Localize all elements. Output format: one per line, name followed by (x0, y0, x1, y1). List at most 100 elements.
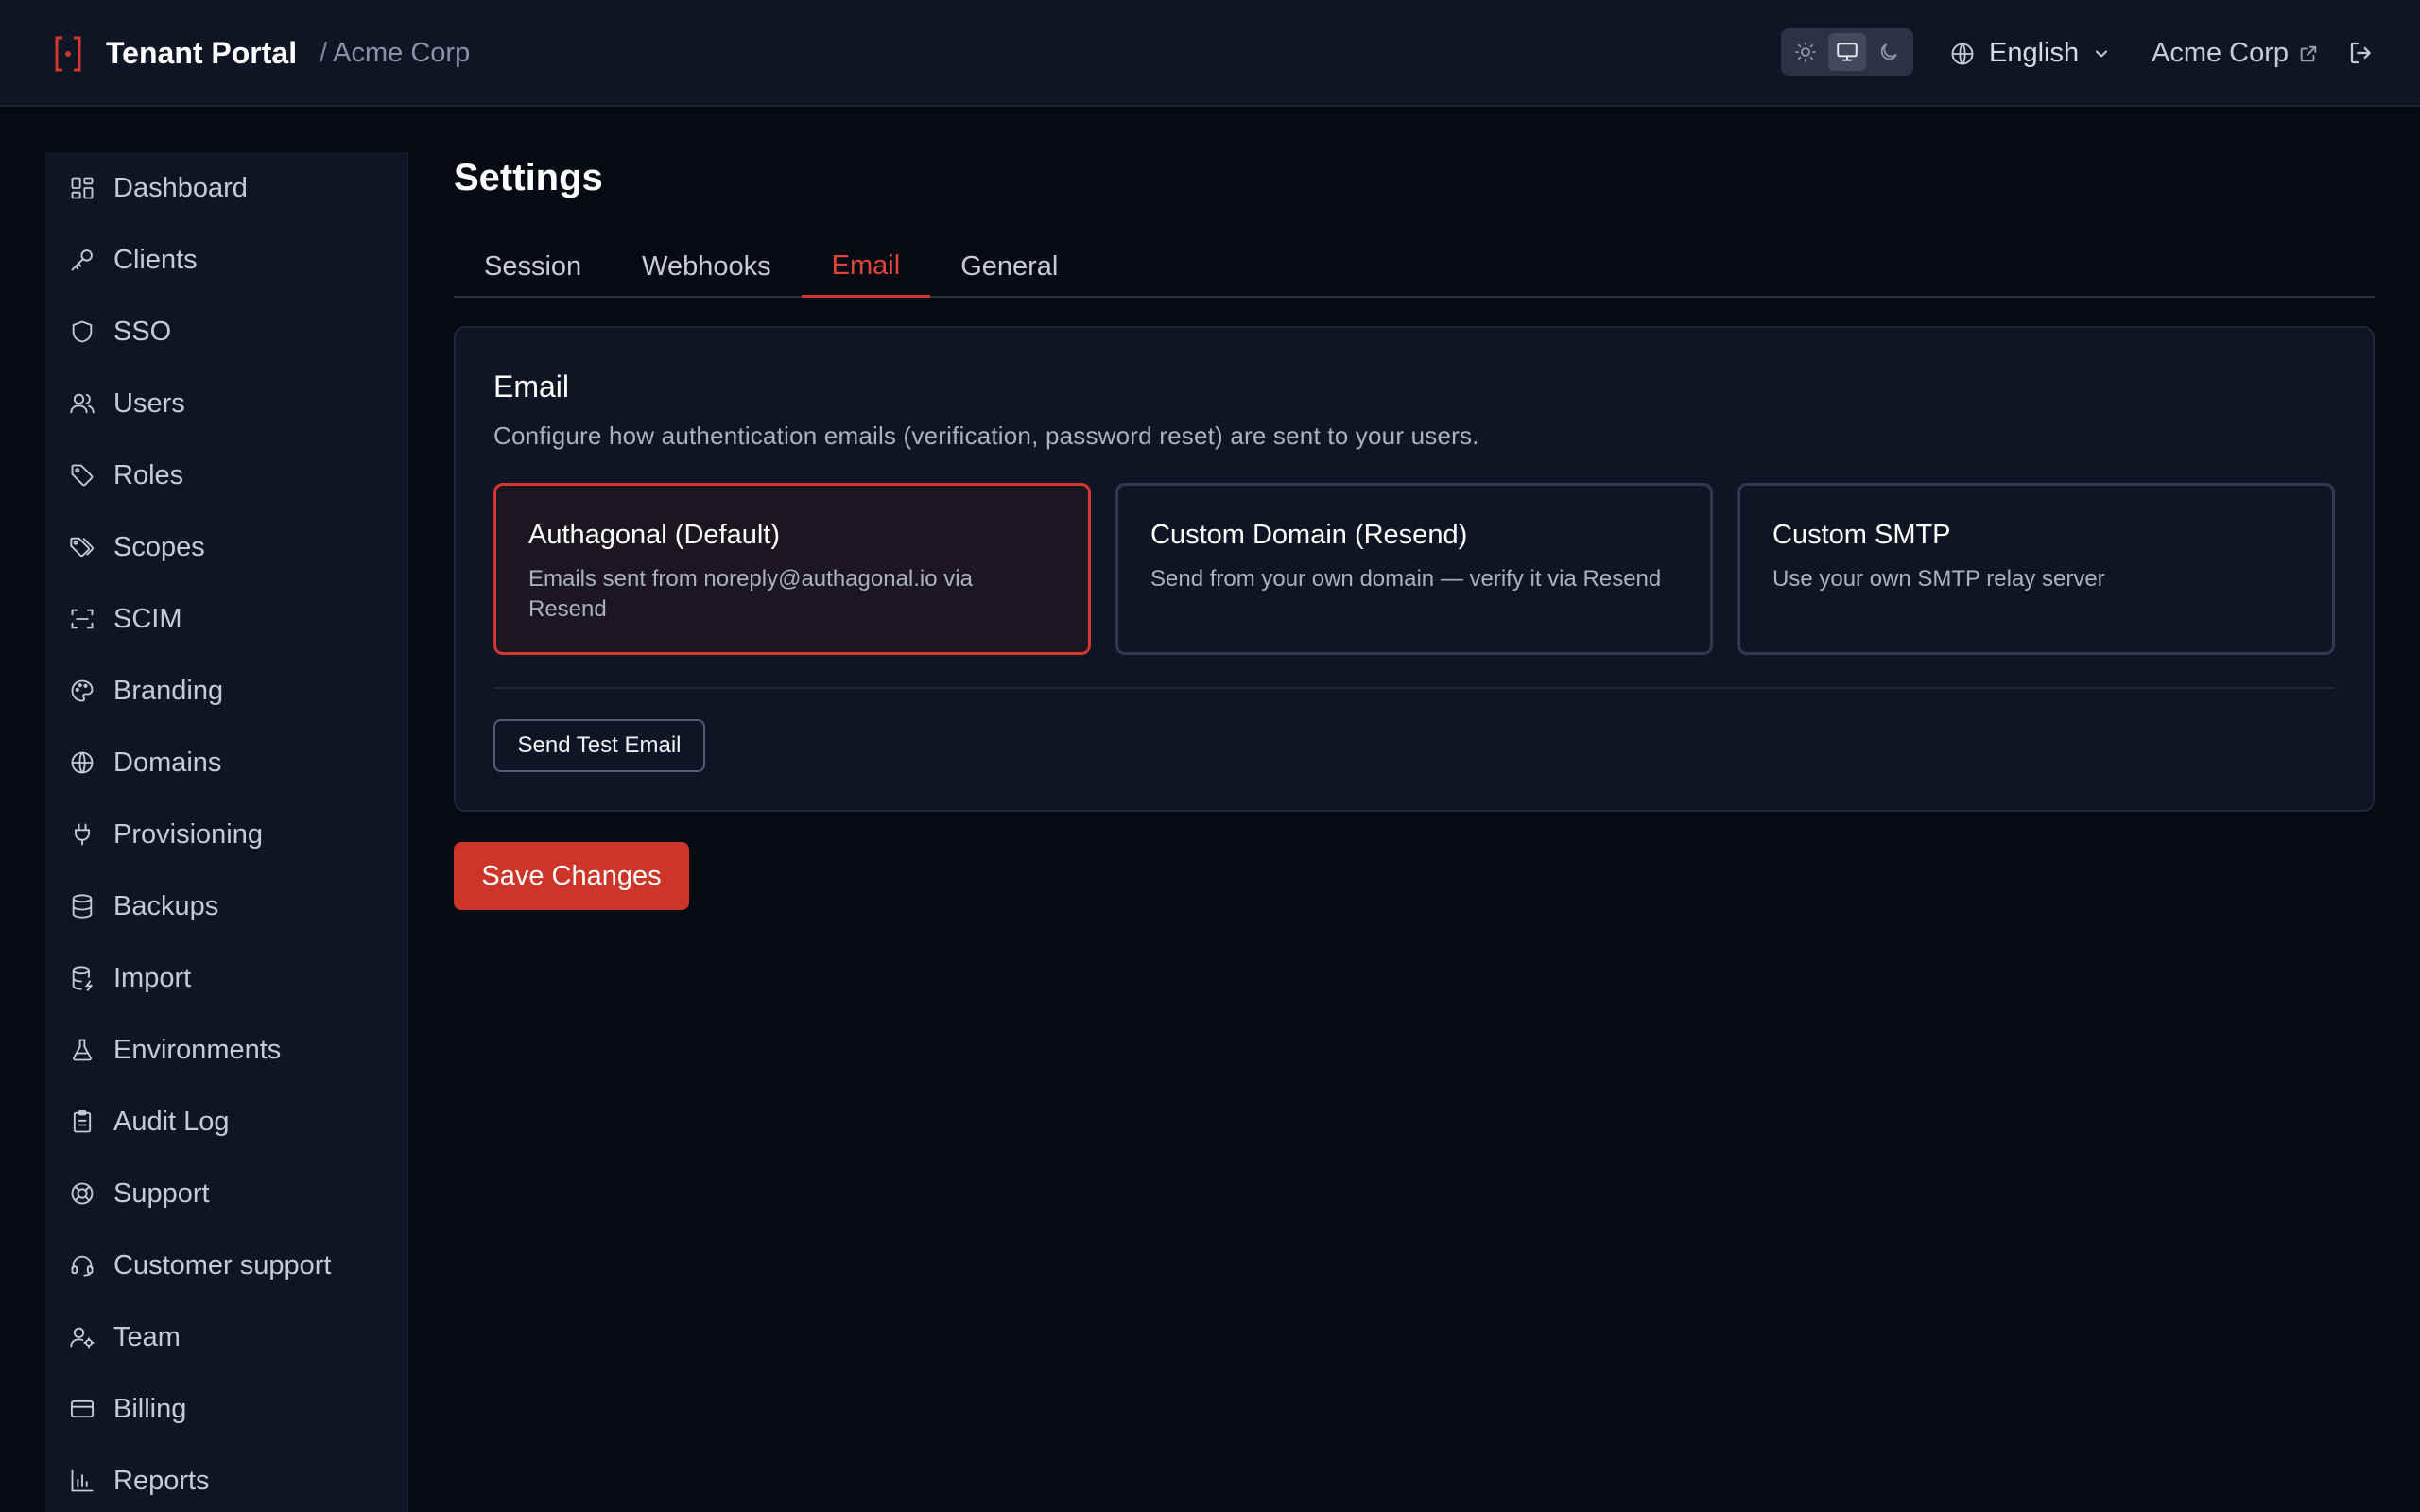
theme-switcher (1781, 28, 1913, 76)
dashboard-icon (68, 174, 96, 202)
sidebar-item-support[interactable]: Support (45, 1158, 407, 1229)
sidebar-item-reports[interactable]: Reports (45, 1445, 407, 1512)
sidebar-item-label: Customer support (113, 1249, 332, 1280)
option-title: Custom SMTP (1772, 520, 1951, 550)
sidebar-item-label: Import (113, 962, 192, 993)
sidebar-item-billing[interactable]: Billing (45, 1373, 407, 1445)
option-title: Authagonal (Default) (528, 520, 780, 550)
sidebar-item-domains[interactable]: Domains (45, 727, 407, 799)
option-title: Custom Domain (Resend) (1150, 520, 1468, 550)
headset-icon (68, 1251, 96, 1280)
palette-icon (68, 677, 96, 705)
plug-icon (68, 820, 96, 849)
sidebar-item-scopes[interactable]: Scopes (45, 511, 407, 583)
sidebar-item-dashboard[interactable]: Dashboard (45, 152, 407, 224)
theme-dark-button[interactable] (1870, 33, 1908, 71)
users-icon (68, 389, 96, 418)
sidebar-item-clients[interactable]: Clients (45, 224, 407, 296)
sidebar-item-users[interactable]: Users (45, 368, 407, 439)
tags-icon (68, 533, 96, 561)
chevron-down-icon (2092, 44, 2111, 63)
card-title: Email (493, 369, 570, 404)
tab-session[interactable]: Session (454, 237, 612, 296)
sidebar-item-label: Scopes (113, 531, 205, 562)
card-description: Configure how authentication emails (ver… (493, 421, 1479, 450)
database-import-icon (68, 964, 96, 992)
option-description: Send from your own domain — verify it vi… (1150, 566, 1662, 592)
sidebar-item-backups[interactable]: Backups (45, 870, 407, 942)
sidebar-item-customer-support[interactable]: Customer support (45, 1229, 407, 1301)
breadcrumb-separator: / (320, 38, 328, 68)
sidebar-item-label: SSO (113, 316, 172, 347)
sidebar-item-label: Billing (113, 1393, 187, 1424)
sidebar-item-label: Domains (113, 747, 222, 778)
bar-chart-icon (68, 1467, 96, 1495)
sun-icon (1795, 42, 1816, 62)
theme-system-button[interactable] (1828, 33, 1866, 71)
globe-icon (1951, 43, 1974, 64)
sidebar: Dashboard Clients SSO Users Roles Scopes… (45, 152, 408, 1512)
tab-general[interactable]: General (930, 237, 1088, 296)
external-link-icon (2298, 43, 2319, 64)
sidebar-item-label: Clients (113, 244, 198, 275)
sidebar-item-provisioning[interactable]: Provisioning (45, 799, 407, 870)
option-description: Use your own SMTP relay server (1772, 566, 2105, 592)
org-link-label: Acme Corp (2152, 38, 2290, 68)
sidebar-item-roles[interactable]: Roles (45, 439, 407, 511)
scan-icon (68, 605, 96, 633)
sidebar-item-label: Branding (113, 675, 224, 706)
option-custom-smtp[interactable]: Custom SMTP Use your own SMTP relay serv… (1737, 483, 2335, 655)
sidebar-item-environments[interactable]: Environments (45, 1014, 407, 1086)
save-changes-button[interactable]: Save Changes (454, 842, 689, 910)
language-selector[interactable]: English (1949, 0, 2111, 107)
monitor-icon (1837, 43, 1858, 61)
send-test-email-button[interactable]: Send Test Email (493, 719, 705, 772)
user-cog-icon (68, 1323, 96, 1351)
sidebar-item-label: Roles (113, 459, 184, 490)
logout-button[interactable] (2342, 34, 2380, 72)
email-settings-card: Email Configure how authentication email… (454, 326, 2375, 812)
tab-email[interactable]: Email (801, 237, 931, 298)
email-provider-options: Authagonal (Default) Emails sent from no… (493, 483, 2335, 655)
settings-tabs: Session Webhooks Email General (454, 237, 2375, 298)
moon-icon (1880, 43, 1897, 60)
flask-icon (68, 1036, 96, 1064)
shield-icon (68, 318, 96, 346)
sidebar-item-scim[interactable]: SCIM (45, 583, 407, 655)
option-description: Emails sent from noreply@authagonal.io v… (528, 566, 973, 622)
clipboard-icon (68, 1108, 96, 1136)
database-icon (68, 892, 96, 920)
sidebar-item-branding[interactable]: Branding (45, 655, 407, 727)
sidebar-item-label: Reports (113, 1465, 210, 1496)
option-authagonal-default[interactable]: Authagonal (Default) Emails sent from no… (493, 483, 1091, 655)
sidebar-item-label: Environments (113, 1034, 282, 1065)
tag-icon (68, 461, 96, 490)
org-external-link[interactable]: Acme Corp (2152, 0, 2319, 107)
sidebar-nav: Dashboard Clients SSO Users Roles Scopes… (45, 152, 407, 1512)
sidebar-item-sso[interactable]: SSO (45, 296, 407, 368)
sidebar-item-team[interactable]: Team (45, 1301, 407, 1373)
page-title: Settings (454, 157, 603, 198)
app-title: Tenant Portal (106, 36, 298, 70)
sidebar-item-label: Audit Log (113, 1106, 230, 1137)
sidebar-item-audit-log[interactable]: Audit Log (45, 1086, 407, 1158)
sidebar-item-import[interactable]: Import (45, 942, 407, 1014)
lifebuoy-icon (68, 1179, 96, 1208)
credit-card-icon (68, 1395, 96, 1423)
brand-logo-icon (51, 33, 85, 75)
tab-webhooks[interactable]: Webhooks (612, 237, 802, 296)
option-custom-domain-resend[interactable]: Custom Domain (Resend) Send from your ow… (1115, 483, 1713, 655)
language-label: English (1989, 38, 2080, 68)
key-icon (68, 246, 96, 274)
brand[interactable]: Tenant Portal / Acme Corp (51, 0, 470, 107)
logout-icon (2350, 42, 2371, 64)
sidebar-item-label: Team (113, 1321, 181, 1352)
sidebar-item-label: Support (113, 1177, 210, 1209)
sidebar-item-label: Users (113, 387, 185, 419)
globe-icon (68, 748, 96, 777)
sidebar-item-label: Provisioning (113, 818, 263, 850)
top-bar: Tenant Portal / Acme Corp English Acme C… (0, 0, 2420, 107)
sidebar-item-label: SCIM (113, 603, 182, 634)
theme-light-button[interactable] (1787, 33, 1824, 71)
sidebar-item-label: Backups (113, 890, 219, 921)
